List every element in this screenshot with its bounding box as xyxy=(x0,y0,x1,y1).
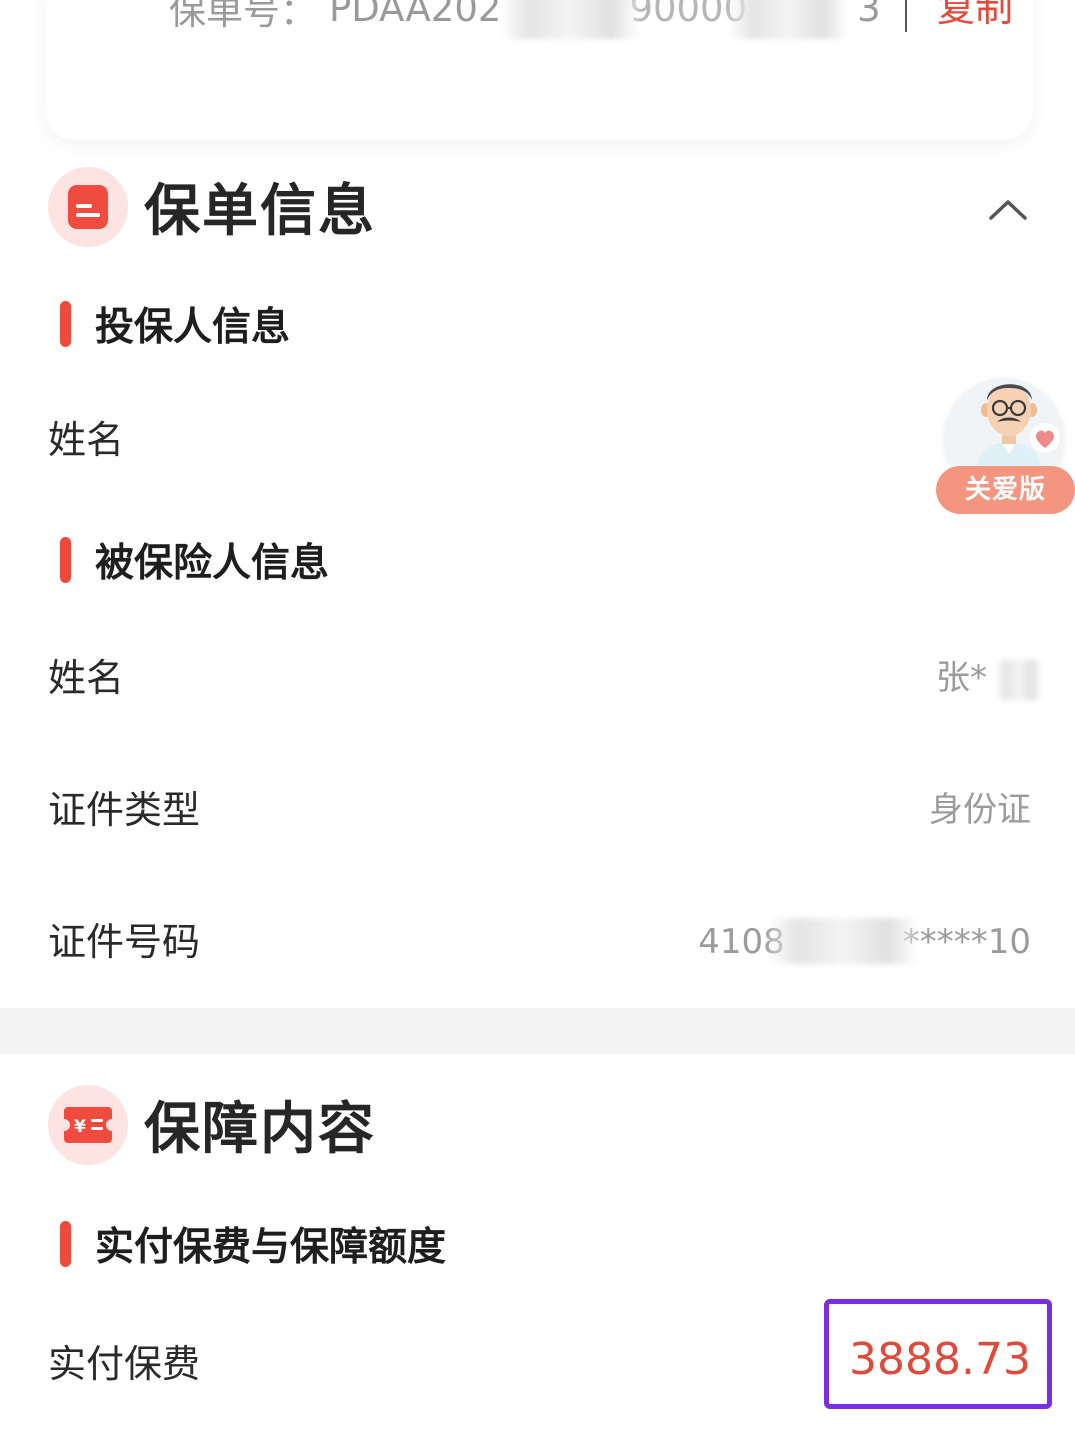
id-type-value: 身份证 xyxy=(929,790,1031,830)
care-mode-label: 关爱版 xyxy=(936,466,1075,514)
svg-text:¥: ¥ xyxy=(74,1117,86,1137)
policy-detail-page: 保单号： PDAA202 90000 3 复制 保单信息 投保人信息 姓名 被保… xyxy=(0,0,1075,1433)
policy-info-title: 保单信息 xyxy=(144,179,376,244)
yuan-ticket-icon: ¥ xyxy=(48,1084,128,1165)
insured-info-title: 被保险人信息 xyxy=(95,541,330,586)
policy-number-value: PDAA202 90000 3 xyxy=(329,0,881,39)
policy-number-card: 保单号： PDAA202 90000 3 复制 xyxy=(45,0,1033,140)
section-separator xyxy=(0,1008,1075,1054)
id-type-label: 证件类型 xyxy=(48,788,201,832)
premium-coverage-title: 实付保费与保障额度 xyxy=(95,1225,447,1270)
applicant-info-header: 投保人信息 xyxy=(60,298,290,350)
policy-info-header[interactable]: 保单信息 xyxy=(48,166,376,247)
copy-divider xyxy=(905,0,907,32)
redaction-mask xyxy=(996,660,1042,700)
copy-button[interactable]: 复制 xyxy=(937,0,1013,36)
redaction-mask xyxy=(768,918,918,964)
applicant-name-label: 姓名 xyxy=(48,418,125,462)
insured-name-label: 姓名 xyxy=(48,656,125,700)
redaction-mask xyxy=(501,0,639,39)
coverage-header: ¥ 保障内容 xyxy=(48,1084,376,1165)
document-icon xyxy=(48,166,128,247)
applicant-info-title: 投保人信息 xyxy=(95,305,291,350)
policy-number-line: 保单号： PDAA202 90000 3 xyxy=(169,0,881,39)
id-number-label: 证件号码 xyxy=(48,920,201,964)
coverage-title: 保障内容 xyxy=(144,1097,376,1162)
insured-info-header: 被保险人信息 xyxy=(60,534,329,586)
redaction-mask xyxy=(729,0,847,39)
section-marker xyxy=(60,1221,71,1267)
premium-coverage-header: 实付保费与保障额度 xyxy=(60,1218,446,1270)
policy-number-label: 保单号： xyxy=(169,0,317,33)
care-mode-button[interactable]: 关爱版 xyxy=(934,372,1075,518)
section-marker xyxy=(60,301,71,347)
premium-value: 3888.73 xyxy=(849,1334,1031,1385)
premium-label: 实付保费 xyxy=(48,1342,201,1386)
section-marker xyxy=(60,537,71,583)
chevron-up-icon[interactable] xyxy=(988,194,1028,224)
elderly-man-avatar-icon xyxy=(976,384,1060,472)
